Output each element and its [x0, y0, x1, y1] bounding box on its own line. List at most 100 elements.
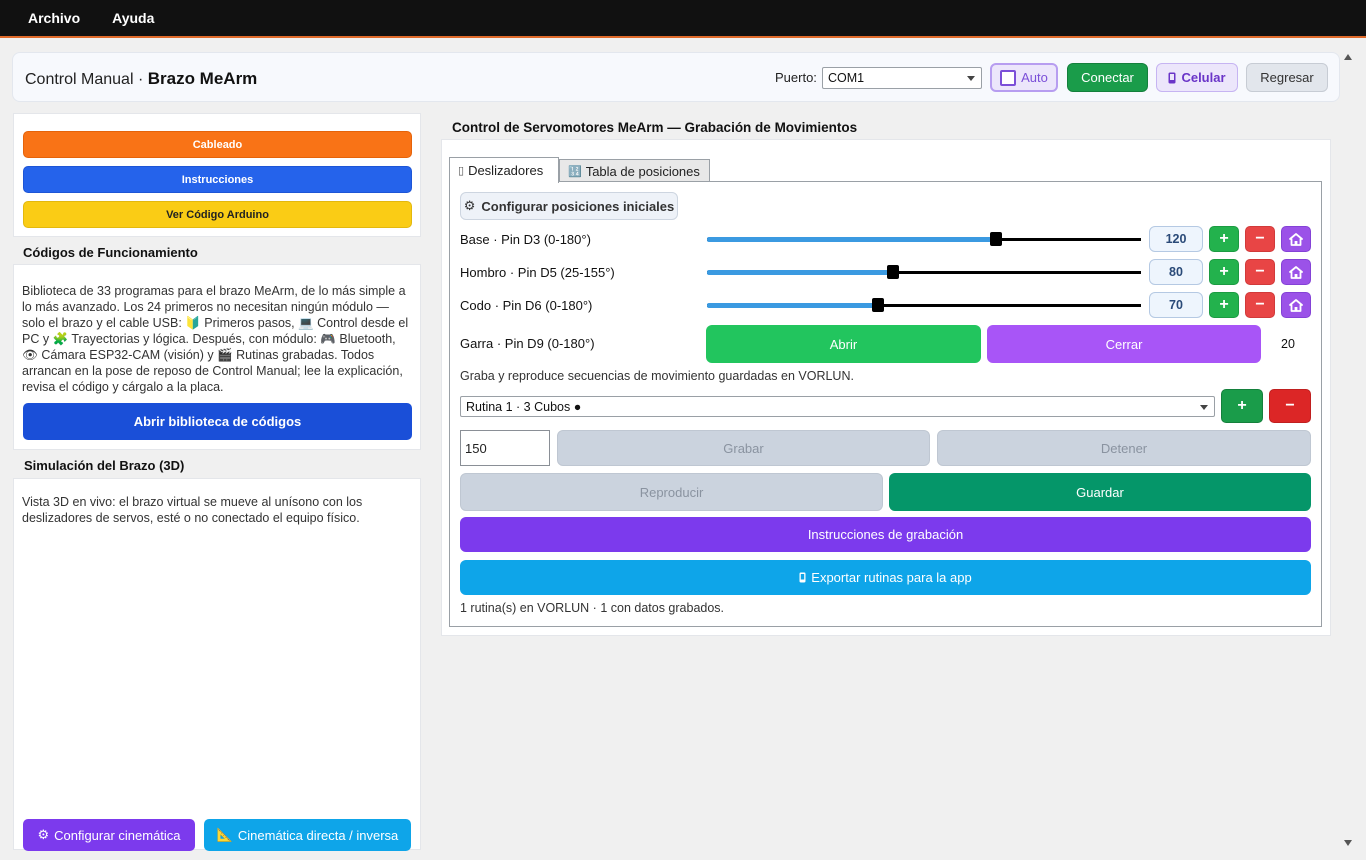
servo-hombro-slider[interactable]: [707, 265, 1141, 279]
instrucciones-button[interactable]: Instrucciones: [23, 166, 412, 193]
gripper-open-button[interactable]: Abrir: [706, 325, 981, 363]
slider-thumb[interactable]: [990, 232, 1002, 246]
servo-base-plus-button[interactable]: +: [1209, 226, 1239, 252]
servo-base-minus-button[interactable]: −: [1245, 226, 1275, 252]
cableado-button[interactable]: Cableado: [23, 131, 412, 158]
scroll-up-icon[interactable]: [1344, 54, 1352, 60]
config-kinematics-button[interactable]: ⚙ Configurar cinemática: [23, 819, 195, 851]
servo-hombro-plus-button[interactable]: +: [1209, 259, 1239, 285]
routine-selected: Rutina 1 · 3 Cubos ●: [466, 399, 582, 414]
arduino-code-label: Ver Código Arduino: [166, 208, 269, 221]
phone-icon: [799, 572, 806, 583]
page-scrollbar[interactable]: [1341, 50, 1355, 850]
auto-checkbox[interactable]: [1000, 69, 1017, 86]
minus-icon: −: [1255, 230, 1265, 247]
interval-input[interactable]: 150: [460, 430, 550, 466]
plus-icon: +: [1219, 230, 1229, 247]
servo-codo-plus-button[interactable]: +: [1209, 292, 1239, 318]
add-routine-button[interactable]: +: [1221, 389, 1263, 423]
minus-icon: −: [1255, 296, 1265, 313]
open-library-button[interactable]: Abrir biblioteca de códigos: [23, 403, 412, 440]
header-card: Control Manual · Brazo MeArm Puerto: COM…: [12, 52, 1340, 102]
codes-title: Códigos de Funcionamiento: [23, 245, 198, 260]
servo-control-title: Control de Servomotores MeArm — Grabació…: [452, 120, 858, 135]
kinematics-label: Cinemática directa / inversa: [237, 827, 399, 843]
port-label: Puerto:: [775, 70, 817, 85]
servo-codo-slider[interactable]: [707, 298, 1141, 312]
rec-instructions-label: Instrucciones de grabación: [807, 527, 964, 542]
gear-icon: ⚙: [463, 198, 476, 213]
house-icon: [1289, 232, 1303, 246]
servo-hombro-label: Hombro · Pin D5 (25-155°): [460, 265, 615, 280]
regresar-label: Regresar: [1260, 70, 1314, 85]
minus-icon: −: [1255, 263, 1265, 280]
config-initial-positions-button[interactable]: ⚙ Configurar posiciones iniciales: [460, 192, 678, 220]
servo-codo-value[interactable]: 70: [1149, 292, 1203, 318]
auto-toggle[interactable]: Auto: [990, 63, 1058, 92]
tab-deslizadores-label: Deslizadores: [468, 163, 544, 178]
servo-hombro-minus-button[interactable]: −: [1245, 259, 1275, 285]
ruler-icon: 📐: [216, 827, 233, 842]
arduino-code-button[interactable]: Ver Código Arduino: [23, 201, 412, 228]
port-select[interactable]: COM1: [822, 67, 982, 89]
reproducir-button[interactable]: Reproducir: [460, 473, 883, 511]
detener-label: Detener: [1100, 440, 1148, 456]
chevron-down-icon: [1200, 404, 1208, 410]
export-label: Exportar rutinas para la app: [811, 570, 972, 585]
regresar-button[interactable]: Regresar: [1246, 63, 1328, 92]
reproducir-label: Reproducir: [639, 484, 704, 500]
servo-codo-minus-button[interactable]: −: [1245, 292, 1275, 318]
servo-base-value[interactable]: 120: [1149, 226, 1203, 252]
guardar-label: Guardar: [1076, 484, 1124, 500]
delete-routine-button[interactable]: −: [1269, 389, 1311, 423]
routine-select[interactable]: Rutina 1 · 3 Cubos ●: [460, 396, 1215, 417]
slider-icon: ▯: [458, 165, 465, 177]
scroll-down-icon[interactable]: [1344, 840, 1352, 846]
record-info-text: Graba y reproduce secuencias de movimien…: [460, 369, 854, 383]
servo-base-home-button[interactable]: [1281, 226, 1311, 252]
guardar-button[interactable]: Guardar: [889, 473, 1311, 511]
servo-hombro-home-button[interactable]: [1281, 259, 1311, 285]
codes-description: Biblioteca de 33 programas para el brazo…: [22, 284, 409, 394]
codes-panel: Biblioteca de 33 programas para el brazo…: [13, 264, 421, 450]
grabar-button[interactable]: Grabar: [557, 430, 930, 466]
rec-instructions-button[interactable]: Instrucciones de grabación: [460, 517, 1311, 552]
connect-button[interactable]: Conectar: [1067, 63, 1148, 92]
title-bold: Brazo MeArm: [147, 69, 258, 88]
menu-ayuda[interactable]: Ayuda: [98, 10, 168, 26]
page-title: Control Manual · Brazo MeArm: [25, 69, 257, 89]
menu-archivo[interactable]: Archivo: [14, 10, 94, 26]
servo-base-slider[interactable]: [707, 232, 1141, 246]
auto-label: Auto: [1021, 70, 1048, 85]
numbers-icon: 🔢: [568, 166, 582, 178]
export-routines-button[interactable]: Exportar rutinas para la app: [460, 560, 1311, 595]
house-icon: [1289, 265, 1303, 279]
tab-tabla-posiciones[interactable]: 🔢 Tabla de posiciones: [559, 159, 710, 183]
tab-tabla-label: Tabla de posiciones: [585, 164, 700, 179]
title-prefix: Control Manual ·: [25, 71, 148, 88]
gripper-close-label: Cerrar: [1105, 336, 1143, 352]
celular-button[interactable]: Celular: [1156, 63, 1238, 92]
slider-thumb[interactable]: [872, 298, 884, 312]
slider-thumb[interactable]: [887, 265, 899, 279]
gripper-close-button[interactable]: Cerrar: [987, 325, 1261, 363]
config-initial-label: Configurar posiciones iniciales: [481, 198, 675, 214]
slider-fill: [707, 303, 878, 308]
config-kinematics-label: Configurar cinemática: [54, 827, 181, 843]
servo-hombro-value[interactable]: 80: [1149, 259, 1203, 285]
menu-bar: Archivo Ayuda: [0, 0, 1366, 38]
kinematics-button[interactable]: 📐 Cinemática directa / inversa: [204, 819, 411, 851]
minus-icon: −: [1285, 397, 1295, 414]
tab-deslizadores[interactable]: ▯ Deslizadores: [449, 157, 559, 183]
grabar-label: Grabar: [723, 440, 764, 456]
simulation-canvas[interactable]: [15, 531, 419, 811]
simulation-title: Simulación del Brazo (3D): [24, 458, 185, 473]
plus-icon: +: [1219, 263, 1229, 280]
house-icon: [1289, 298, 1303, 312]
detener-button[interactable]: Detener: [937, 430, 1311, 466]
servo-codo-home-button[interactable]: [1281, 292, 1311, 318]
gripper-label: Garra · Pin D9 (0-180°): [460, 336, 595, 351]
gripper-value: 20: [1281, 337, 1295, 351]
open-library-label: Abrir biblioteca de códigos: [133, 414, 302, 429]
slider-fill: [707, 237, 996, 242]
